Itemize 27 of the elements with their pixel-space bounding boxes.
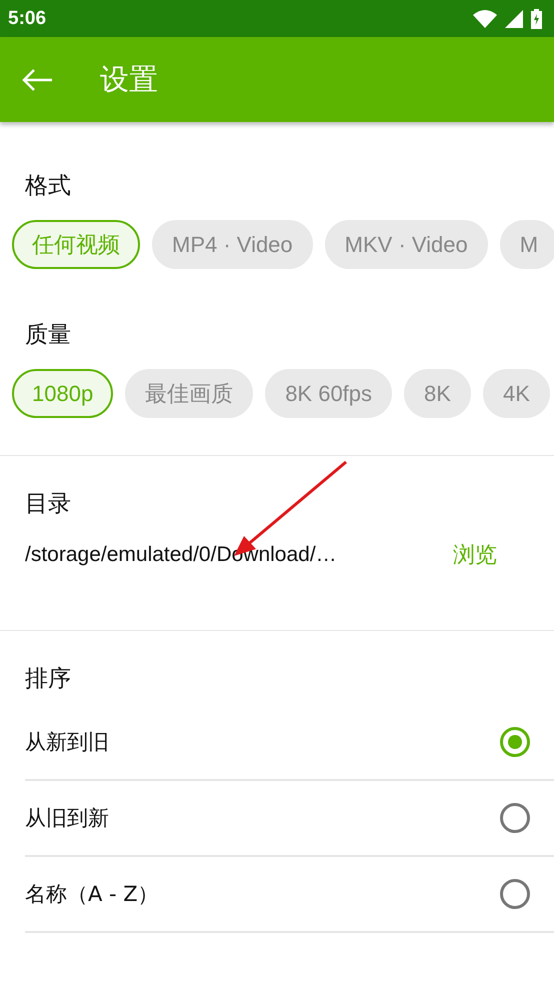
- wifi-icon: [473, 10, 497, 28]
- section-title: 质量: [24, 321, 72, 350]
- back-arrow-icon: [21, 68, 53, 92]
- filter-chip[interactable]: 8K: [404, 369, 471, 418]
- sort-option-label: 从旧到新: [25, 805, 109, 832]
- browse-link[interactable]: 浏览: [453, 540, 497, 570]
- radio-button[interactable]: [500, 803, 530, 833]
- filter-chip[interactable]: 任何视频: [12, 220, 140, 269]
- radio-button[interactable]: [500, 879, 530, 909]
- sort-option-label: 名称（A - Z）: [25, 881, 159, 908]
- toolbar-title: 设置: [100, 60, 158, 98]
- filter-chip[interactable]: MKV · Video: [324, 220, 488, 269]
- status-time: 5:06: [8, 8, 46, 30]
- radio-button[interactable]: [500, 727, 530, 757]
- section-title: 目录: [24, 490, 72, 519]
- section-title: 格式: [24, 172, 72, 201]
- filter-chip[interactable]: MP4 · Video: [152, 220, 313, 269]
- filter-chip[interactable]: 最佳画质: [125, 369, 254, 418]
- battery-icon: [531, 8, 542, 28]
- sort-option-label: 从新到旧: [25, 729, 109, 756]
- filter-chip[interactable]: 8K 60fps: [265, 369, 392, 418]
- filter-chip[interactable]: 1080p: [12, 369, 114, 418]
- signal-icon: [505, 10, 523, 28]
- section-title: 排序: [24, 665, 72, 694]
- filter-chip[interactable]: 4K: [482, 369, 550, 418]
- filter-chip[interactable]: M: [500, 220, 554, 269]
- directory-path: /storage/emulated/0/Download/…: [25, 543, 338, 567]
